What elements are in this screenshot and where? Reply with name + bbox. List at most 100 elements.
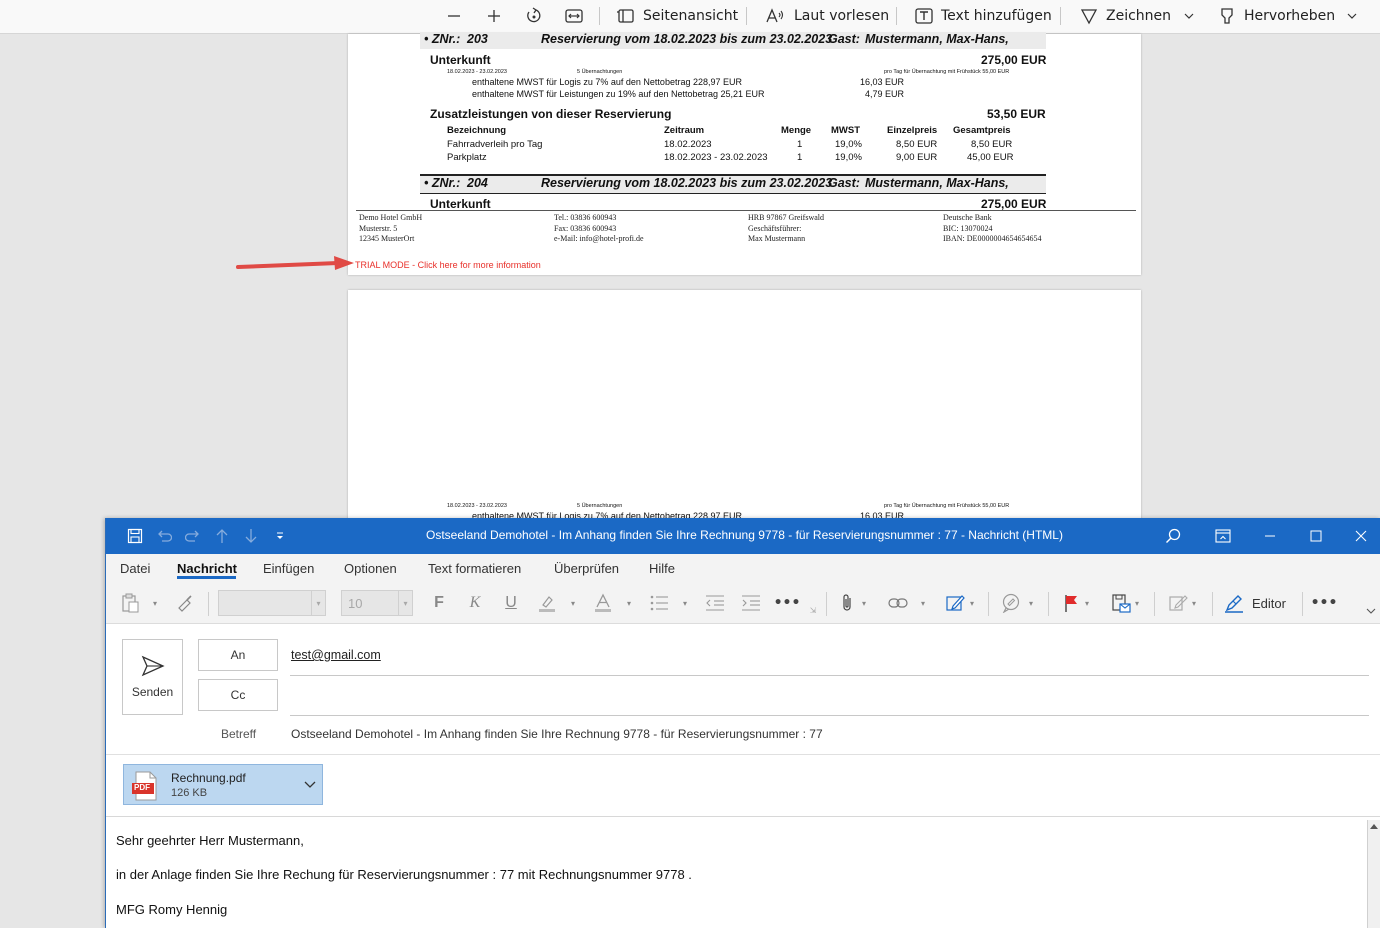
body-text[interactable]: MFG Romy Hennig xyxy=(116,902,227,917)
undo-icon[interactable] xyxy=(152,525,176,547)
pdf-page: • ZNr.: 203 Reservierung vom 18.02.2023 … xyxy=(348,32,1141,275)
comment-icon[interactable] xyxy=(999,590,1023,616)
attach-file-icon[interactable] xyxy=(836,590,858,616)
draw-button[interactable]: Zeichnen xyxy=(1080,4,1171,28)
chevron-down-icon[interactable]: ▾ xyxy=(1189,590,1199,616)
footer-text: Tel.: 03836 600943 xyxy=(554,213,617,222)
italic-button[interactable]: K xyxy=(464,590,486,616)
chevron-down-icon[interactable]: ▾ xyxy=(918,590,928,616)
to-button[interactable]: An xyxy=(198,639,278,671)
font-name-select[interactable]: ▾ xyxy=(218,590,326,616)
accommodation-amount: 275,00 EUR xyxy=(981,53,1047,67)
maximize-icon[interactable] xyxy=(1293,518,1339,554)
increase-indent-icon[interactable] xyxy=(739,590,763,616)
redo-icon[interactable] xyxy=(181,525,205,547)
cell-quantity: 1 xyxy=(797,139,803,150)
attachment-divider xyxy=(106,816,1380,817)
signature-icon[interactable] xyxy=(944,590,968,616)
dialog-launcher-icon[interactable]: ⇲ xyxy=(808,604,818,616)
tab-text-formatieren[interactable]: Text formatieren xyxy=(428,561,521,576)
more-formatting-icon[interactable]: ••• xyxy=(774,590,801,616)
arrow-down-icon[interactable] xyxy=(239,525,263,547)
trial-mode-link[interactable]: TRIAL MODE - Click here for more informa… xyxy=(355,260,541,270)
arrow-up-icon[interactable] xyxy=(210,525,234,547)
col-header: MWST xyxy=(831,125,861,136)
footer-text: Deutsche Bank xyxy=(943,213,992,222)
add-text-button[interactable]: Text hinzufügen xyxy=(915,4,1052,28)
subject-field[interactable]: Ostseeland Demohotel - Im Anhang finden … xyxy=(291,727,823,741)
scroll-up-icon[interactable] xyxy=(1370,823,1378,829)
footer-text: Musterstr. 5 xyxy=(359,224,398,233)
attachment-chip[interactable]: PDF Rechnung.pdf 126 KB xyxy=(123,764,323,805)
chevron-down-icon[interactable] xyxy=(1344,4,1360,28)
body-scrollbar[interactable] xyxy=(1367,820,1380,928)
chevron-down-icon[interactable]: ▾ xyxy=(1132,590,1142,616)
underline-button[interactable]: U xyxy=(500,590,522,616)
znr-label: • ZNr.: xyxy=(424,32,461,46)
more-options-icon[interactable]: ••• xyxy=(1311,590,1338,616)
zoom-out-icon[interactable] xyxy=(441,4,467,28)
send-button[interactable]: Senden xyxy=(122,639,183,715)
to-field[interactable]: test@gmail.com xyxy=(291,648,381,662)
tab-ueberpruefen[interactable]: Überprüfen xyxy=(554,561,619,576)
font-color-icon[interactable] xyxy=(591,590,615,616)
chevron-down-icon[interactable]: ▾ xyxy=(1026,590,1036,616)
tab-einfuegen[interactable]: Einfügen xyxy=(263,561,314,576)
close-icon[interactable] xyxy=(1338,518,1380,554)
zoom-in-icon[interactable] xyxy=(481,4,507,28)
chevron-down-icon[interactable]: ▾ xyxy=(859,590,869,616)
ribbon-tabs: Datei Nachricht Einfügen Optionen Text f… xyxy=(106,554,1380,584)
highlight-button[interactable]: Hervorheben xyxy=(1218,4,1335,28)
highlight-color-icon[interactable] xyxy=(535,590,559,616)
chevron-down-icon[interactable]: ▾ xyxy=(568,590,578,616)
chevron-down-icon[interactable]: ▾ xyxy=(967,590,977,616)
chevron-down-icon[interactable]: ▾ xyxy=(624,590,634,616)
bold-button[interactable]: F xyxy=(428,590,450,616)
cell-unit-price: 8,50 EUR xyxy=(896,139,938,150)
rotate-icon[interactable] xyxy=(521,4,547,28)
tab-hilfe[interactable]: Hilfe xyxy=(649,561,675,576)
body-text[interactable]: in der Anlage finden Sie Ihre Rechung fü… xyxy=(116,867,692,882)
format-painter-icon[interactable] xyxy=(173,590,197,616)
expand-ribbon-icon[interactable] xyxy=(1364,604,1378,618)
chevron-down-icon[interactable]: ▾ xyxy=(150,590,160,616)
link-icon[interactable] xyxy=(886,590,910,616)
accommodation-label: Unterkunft xyxy=(430,53,491,67)
search-icon[interactable] xyxy=(1150,518,1196,554)
chevron-down-icon[interactable]: ▾ xyxy=(1082,590,1092,616)
sensitivity-icon[interactable] xyxy=(1166,590,1190,616)
font-size-select[interactable]: 10 ▾ xyxy=(341,590,413,616)
draw-icon xyxy=(1080,9,1098,25)
body-text[interactable]: Sehr geehrter Herr Mustermann, xyxy=(116,833,304,848)
vat-line: enthaltene MWST für Logis zu 7% auf den … xyxy=(472,77,742,87)
save-icon[interactable] xyxy=(123,525,147,547)
read-aloud-button[interactable]: Laut vorlesen xyxy=(766,4,889,28)
chevron-down-icon[interactable]: ▾ xyxy=(680,590,690,616)
editor-button[interactable]: Editor xyxy=(1224,590,1286,616)
tab-optionen[interactable]: Optionen xyxy=(344,561,397,576)
minimize-icon[interactable] xyxy=(1247,518,1293,554)
cell-quantity: 1 xyxy=(797,152,803,163)
col-header: Einzelpreis xyxy=(887,125,938,136)
chevron-down-icon[interactable] xyxy=(1181,4,1197,28)
ribbon: ▾ ▾ 10 ▾ F K U ▾ ▾ ▾ ••• ⇲ ▾ ▾ ▾ ▾ ▾ ▾ ▾… xyxy=(106,584,1380,624)
price-note: pro Tag für Übernachtung mit Frühstück 5… xyxy=(884,69,1010,75)
ribbon-display-icon[interactable] xyxy=(1200,518,1246,554)
tab-datei[interactable]: Datei xyxy=(120,561,150,576)
page-view-button[interactable]: Seitenansicht xyxy=(617,4,738,28)
decrease-indent-icon[interactable] xyxy=(703,590,727,616)
read-aloud-icon xyxy=(766,8,784,23)
extras-amount: 53,50 EUR xyxy=(987,107,1046,121)
cc-button[interactable]: Cc xyxy=(198,679,278,711)
customize-toolbar-icon[interactable] xyxy=(268,525,292,547)
chevron-down-icon[interactable] xyxy=(304,781,316,789)
znr-label: • ZNr.: xyxy=(424,176,461,190)
flag-icon[interactable] xyxy=(1059,590,1083,616)
bullet-list-icon[interactable] xyxy=(647,590,671,616)
tracking-options-icon[interactable] xyxy=(1109,590,1133,616)
reservation-header: • ZNr.: 203 Reservierung vom 18.02.2023 … xyxy=(420,32,1046,49)
paste-icon[interactable] xyxy=(118,590,142,616)
fit-width-icon[interactable] xyxy=(561,4,587,28)
tab-nachricht[interactable]: Nachricht xyxy=(177,561,237,576)
footer-text: BIC: 13070024 xyxy=(943,224,993,233)
